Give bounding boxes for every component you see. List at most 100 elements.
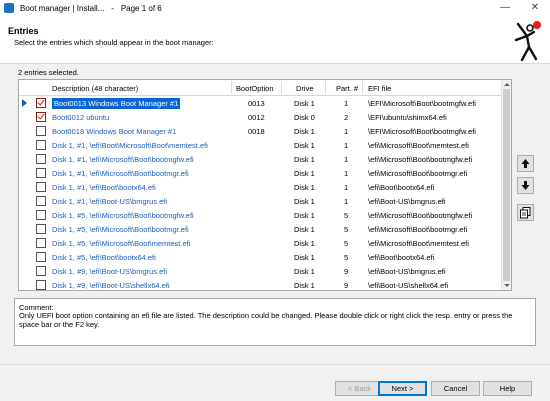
- page-subtitle: Select the entries which should appear i…: [14, 38, 214, 47]
- window-title-page: Page 1 of 6: [120, 4, 162, 13]
- back-button[interactable]: < Back: [335, 381, 384, 396]
- entry-drive: Disk 1: [294, 99, 315, 108]
- table-row[interactable]: Disk 1, #5, \efi\Microsoft\Boot\memtest.…: [19, 236, 501, 250]
- entry-checkbox[interactable]: [36, 210, 46, 220]
- entry-checkbox[interactable]: [36, 224, 46, 234]
- stick-figure-logo-icon: [514, 21, 541, 62]
- entry-partition: 1: [344, 99, 349, 108]
- entry-bootoption: 0012: [248, 113, 265, 122]
- entry-partition: 2: [344, 113, 349, 122]
- window-title-separator: -: [111, 4, 114, 13]
- column-header-partition[interactable]: Part. #: [336, 84, 358, 93]
- table-row[interactable]: Disk 1, #1, \efi\Microsoft\Boot\bootmgfw…: [19, 152, 501, 166]
- entry-efi-file: \efi\Boot\bootx64.efi: [368, 253, 435, 262]
- table-row[interactable]: Disk 1, #5, \efi\Microsoft\Boot\bootmgr.…: [19, 222, 501, 236]
- table-row[interactable]: Disk 1, #9, \efi\Boot-US\bmgrus.efi Disk …: [19, 264, 501, 278]
- entry-description[interactable]: Boot0013 Windows Boot Manager #1: [52, 98, 181, 109]
- entry-efi-file: \efi\Microsoft\Boot\bootmgr.efi: [368, 169, 468, 178]
- entry-description[interactable]: Disk 1, #1, \efi\Boot-US\bmgrus.efi: [52, 197, 167, 206]
- entry-drive: Disk 1: [294, 211, 315, 220]
- column-divider: [362, 81, 363, 94]
- title-bar: Boot manager | Install... - Page 1 of 6 …: [0, 0, 550, 17]
- column-divider: [231, 81, 232, 94]
- entry-efi-file: \EFI\Microsoft\Boot\bootmgfw.efi: [368, 99, 476, 108]
- table-row[interactable]: Disk 1, #5, \efi\Boot\bootx64.efi Disk 1 5…: [19, 250, 501, 264]
- entry-efi-file: \EFI\Microsoft\Boot\bootmgfw.efi: [368, 127, 476, 136]
- table-row[interactable]: Boot0013 Windows Boot Manager #1 0013 Disk…: [19, 96, 501, 110]
- entry-drive: Disk 1: [294, 267, 315, 276]
- entry-description[interactable]: Disk 1, #5, \efi\Boot\bootx64.efi: [52, 253, 156, 262]
- scroll-down-icon[interactable]: [504, 284, 510, 287]
- entry-description[interactable]: Disk 1, #5, \efi\Microsoft\Boot\bootmgfw…: [52, 211, 194, 220]
- entry-checkbox[interactable]: [36, 112, 46, 122]
- table-row[interactable]: Disk 1, #1, \efi\Boot-US\bmgrus.efi Disk …: [19, 194, 501, 208]
- entry-checkbox[interactable]: [36, 168, 46, 178]
- entry-bootoption: 0018: [248, 127, 265, 136]
- entry-description[interactable]: Disk 1, #5, \efi\Microsoft\Boot\memtest.…: [52, 239, 190, 248]
- entry-efi-file: \efi\Boot\bootx64.efi: [368, 183, 435, 192]
- table-row[interactable]: Disk 1, #1, \efi\Boot\bootx64.efi Disk 1 1…: [19, 180, 501, 194]
- entry-checkbox[interactable]: [36, 238, 46, 248]
- copy-entry-button[interactable]: [517, 204, 534, 221]
- entry-checkbox[interactable]: [36, 126, 46, 136]
- column-header-efi-file[interactable]: EFI file: [368, 84, 391, 93]
- entry-partition: 1: [344, 141, 349, 150]
- entry-checkbox[interactable]: [36, 266, 46, 276]
- entries-table[interactable]: Description (48 character) BootOption Dr…: [18, 79, 512, 291]
- entry-checkbox[interactable]: [36, 154, 46, 164]
- cancel-button[interactable]: Cancel: [431, 381, 480, 396]
- help-button[interactable]: Help: [483, 381, 532, 396]
- entry-efi-file: \efi\Boot-US\shellx64.efi: [368, 281, 449, 290]
- entry-description[interactable]: Boot0018 Windows Boot Manager #1: [52, 127, 176, 136]
- arrow-up-icon: [521, 159, 530, 168]
- entry-efi-file: \efi\Boot-US\bmgrus.efi: [368, 197, 446, 206]
- window-title-app: Boot manager | Install...: [20, 4, 105, 13]
- entry-efi-file: \efi\Microsoft\Boot\bootmgfw.efi: [368, 211, 473, 220]
- current-row-indicator-icon: [22, 99, 27, 107]
- entry-drive: Disk 1: [294, 197, 315, 206]
- entry-description[interactable]: Disk 1, #1, \efi\Microsoft\Boot\bootmgr.…: [52, 169, 189, 178]
- entry-drive: Disk 1: [294, 127, 315, 136]
- entry-checkbox[interactable]: [36, 182, 46, 192]
- table-row[interactable]: Boot0018 Windows Boot Manager #1 0018 Disk…: [19, 124, 501, 138]
- entry-checkbox[interactable]: [36, 140, 46, 150]
- page-title: Entries: [8, 26, 39, 36]
- window-title: Boot manager | Install... - Page 1 of 6: [20, 4, 162, 13]
- entry-drive: Disk 1: [294, 253, 315, 262]
- entry-description[interactable]: Disk 1, #1, \efi\Microsoft\Boot\bootmgfw…: [52, 155, 194, 164]
- footer-divider: [0, 364, 550, 365]
- table-row[interactable]: Disk 1, #9, \efi\Boot-US\shellx64.efi Dis…: [19, 278, 501, 290]
- table-row[interactable]: Disk 1, #5, \efi\Microsoft\Boot\bootmgfw…: [19, 208, 501, 222]
- entry-partition: 5: [344, 253, 349, 262]
- entry-description[interactable]: Disk 1, #5, \efi\Microsoft\Boot\bootmgr.…: [52, 225, 189, 234]
- entry-description[interactable]: Disk 1, #1, \efi\Boot\bootx64.efi: [52, 183, 156, 192]
- entry-partition: 1: [344, 155, 349, 164]
- minimize-button[interactable]: —: [490, 0, 520, 17]
- vertical-scrollbar[interactable]: [501, 80, 511, 290]
- entry-drive: Disk 1: [294, 225, 315, 234]
- entry-description[interactable]: Boot0012 ubuntu: [52, 113, 109, 122]
- entry-bootoption: 0013: [248, 99, 265, 108]
- column-header-drive[interactable]: Drive: [296, 84, 314, 93]
- table-row[interactable]: Disk 1, #1, \efi\Microsoft\Boot\bootmgr.…: [19, 166, 501, 180]
- entry-checkbox[interactable]: [36, 196, 46, 206]
- move-up-button[interactable]: [517, 155, 534, 172]
- column-header-description[interactable]: Description (48 character): [52, 84, 138, 93]
- entry-checkbox[interactable]: [36, 280, 46, 290]
- column-header-bootoption[interactable]: BootOption: [236, 84, 274, 93]
- entry-checkbox[interactable]: [36, 98, 46, 108]
- entry-partition: 1: [344, 127, 349, 136]
- entry-efi-file: \EFI\ubuntu\shimx64.efi: [368, 113, 447, 122]
- table-row[interactable]: Disk 1, #1, \efi\Boot\Microsoft\Boot\mem…: [19, 138, 501, 152]
- entry-description[interactable]: Disk 1, #9, \efi\Boot-US\bmgrus.efi: [52, 267, 167, 276]
- scrollbar-thumb[interactable]: [503, 89, 510, 281]
- scroll-up-icon[interactable]: [504, 83, 510, 86]
- entry-efi-file: \efi\Boot-US\bmgrus.efi: [368, 267, 446, 276]
- entry-description[interactable]: Disk 1, #9, \efi\Boot-US\shellx64.efi: [52, 281, 170, 290]
- move-down-button[interactable]: [517, 177, 534, 194]
- close-button[interactable]: ✕: [520, 0, 550, 17]
- next-button[interactable]: Next >: [378, 381, 427, 396]
- entry-description[interactable]: Disk 1, #1, \efi\Boot\Microsoft\Boot\mem…: [52, 141, 208, 150]
- entry-checkbox[interactable]: [36, 252, 46, 262]
- table-row[interactable]: Boot0012 ubuntu 0012 Disk 0 2 \EFI\ubuntu\sh…: [19, 110, 501, 124]
